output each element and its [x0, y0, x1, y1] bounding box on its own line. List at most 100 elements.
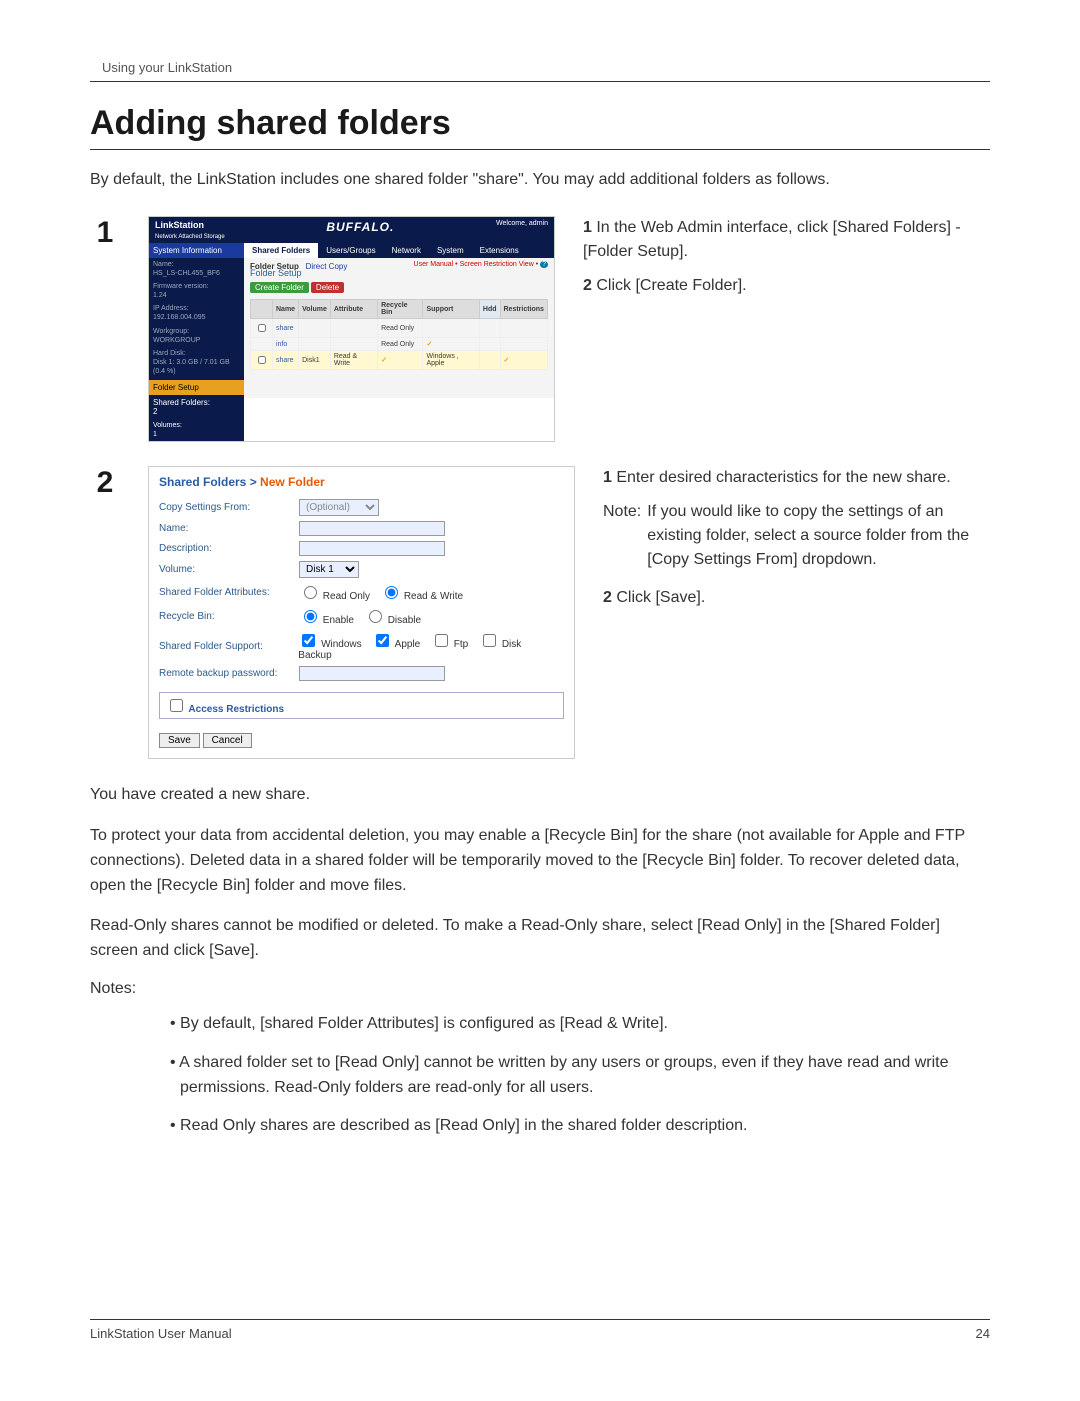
save-button[interactable]: Save [159, 733, 200, 748]
th-sup: Support [423, 300, 479, 319]
protect-paragraph: To protect your data from accidental del… [90, 824, 990, 898]
cancel-button[interactable]: Cancel [203, 733, 252, 748]
rbp-label: Remote backup password: [159, 668, 299, 679]
sb-fw-val: 1.24 [153, 292, 167, 299]
bc-new-folder: New Folder [260, 475, 325, 489]
th-hdd: Hdd [479, 300, 500, 319]
step-2-number: 2 [90, 468, 120, 498]
chk-windows[interactable]: Windows [298, 639, 361, 650]
footer-page-number: 24 [976, 1326, 990, 1341]
desc-label: Description: [159, 543, 299, 554]
th-attr: Attribute [330, 300, 377, 319]
chk-ftp[interactable]: Ftp [431, 639, 468, 650]
cell-attr: Read & Write [330, 351, 377, 370]
sidebar: System Information Name: HS_LS-CHL455_BF6… [149, 243, 244, 441]
intro-paragraph: By default, the LinkStation includes one… [90, 168, 990, 192]
tab-extensions[interactable]: Extensions [472, 243, 527, 258]
cell-sup: ✓ [423, 338, 479, 351]
sb-vol-lbl: Volumes: [153, 422, 182, 429]
step1-line2: 2 Click [Create Folder]. [583, 274, 990, 298]
remote-backup-password-input[interactable] [299, 666, 445, 681]
breadcrumb: Shared Folders > New Folder [159, 475, 564, 489]
sb-name-lbl: Name: [153, 261, 174, 268]
radio-read-write[interactable]: Read & Write [380, 591, 463, 602]
cell-rb: Read Only [378, 319, 423, 338]
cell-name[interactable]: share [273, 319, 299, 338]
access-restrictions-toggle[interactable]: Access Restrictions [159, 692, 564, 719]
sb-vol-val: 1 [153, 431, 157, 438]
folder-table: Name Volume Attribute Recycle Bin Suppor… [250, 299, 548, 370]
cell-res: ✓ [500, 351, 548, 370]
page-footer: LinkStation User Manual 24 [90, 1319, 990, 1341]
step1-line1: 1 In the Web Admin interface, click [Sha… [583, 216, 990, 264]
cell-rb: Read Only [378, 338, 423, 351]
copy-settings-label: Copy Settings From: [159, 502, 299, 513]
ar-checkbox[interactable] [170, 699, 183, 712]
radio-enable[interactable]: Enable [299, 615, 354, 626]
sidebar-sysinfo[interactable]: System Information [149, 243, 244, 258]
sb-sf-lbl: Shared Folders: [153, 398, 210, 407]
cell-name[interactable]: share [273, 351, 299, 370]
sb-fw-lbl: Firmware version: [153, 283, 209, 290]
notes-heading: Notes: [90, 980, 990, 998]
sb-ip-lbl: IP Address: [153, 305, 189, 312]
tab-users-groups[interactable]: Users/Groups [318, 243, 383, 258]
radio-read-only[interactable]: Read Only [299, 591, 370, 602]
delete-button[interactable]: Delete [311, 282, 344, 293]
row-checkbox[interactable] [258, 356, 266, 364]
cell-sup: Windows , Apple [423, 351, 479, 370]
tab-shared-folders[interactable]: Shared Folders [244, 243, 318, 258]
sfa-label: Shared Folder Attributes: [159, 587, 299, 598]
sb-name-val: HS_LS-CHL455_BF6 [153, 270, 220, 277]
app-subtitle: Network Attached Storage [155, 234, 225, 240]
crumb-direct-copy[interactable]: Direct Copy [306, 262, 348, 271]
screenshot-2: Shared Folders > New Folder Copy Setting… [148, 466, 575, 759]
page-header: Using your LinkStation [90, 60, 990, 82]
tab-bar: Shared Folders Users/Groups Network Syst… [244, 243, 554, 258]
volume-label: Volume: [159, 564, 299, 575]
footer-left: LinkStation User Manual [90, 1326, 232, 1341]
row-checkbox[interactable] [258, 324, 266, 332]
th-res: Restrictions [500, 300, 548, 319]
cell-vol: Disk1 [299, 351, 331, 370]
step-1-number: 1 [90, 218, 120, 248]
sb-ip-val: 192.168.004.095 [153, 314, 206, 321]
sfs-label: Shared Folder Support: [159, 641, 298, 652]
radio-disable[interactable]: Disable [364, 615, 421, 626]
welcome-text: Welcome, admin [496, 220, 548, 240]
th-vol: Volume [299, 300, 331, 319]
step2-line1: 1 Enter desired characteristics for the … [603, 466, 990, 490]
sidebar-folder-setup[interactable]: Folder Setup [149, 380, 244, 395]
folder-setup-heading: Folder Setup [250, 268, 548, 278]
note-1: • By default, [shared Folder Attributes]… [170, 1012, 990, 1037]
create-folder-button[interactable]: Create Folder [250, 282, 309, 293]
chk-apple[interactable]: Apple [372, 639, 420, 650]
sb-wg-val: WORKGROUP [153, 337, 200, 344]
tab-network[interactable]: Network [384, 243, 429, 258]
sb-hdd-lbl: Hard Disk: [153, 350, 186, 357]
sb-sf-val: 2 [153, 407, 157, 416]
help-icon[interactable]: ? [540, 261, 548, 268]
cell-chk: ✓ [378, 351, 423, 370]
brand-logo: BUFFALO. [326, 220, 394, 240]
step2-line2: 2 Click [Save]. [603, 586, 990, 610]
note-2: • A shared folder set to [Read Only] can… [170, 1051, 990, 1101]
volume-select[interactable]: Disk 1 [299, 561, 359, 578]
desc-input[interactable] [299, 541, 445, 556]
tab-system[interactable]: System [429, 243, 472, 258]
table-row[interactable]: share Disk1 Read & Write ✓ Windows , App… [251, 351, 548, 370]
page-title: Adding shared folders [90, 104, 990, 150]
created-paragraph: You have created a new share. [90, 783, 990, 808]
cell-name[interactable]: info [273, 338, 299, 351]
table-row[interactable]: info Read Only ✓ [251, 338, 548, 351]
app-title: LinkStation [155, 220, 204, 230]
step2-note: Note: If you would like to copy the sett… [603, 500, 990, 572]
th-chk [251, 300, 273, 319]
th-rb: Recycle Bin [378, 300, 423, 319]
table-row[interactable]: share Read Only [251, 319, 548, 338]
copy-settings-select[interactable]: (Optional) [299, 499, 379, 516]
bc-shared-folders[interactable]: Shared Folders [159, 475, 246, 489]
recycle-label: Recycle Bin: [159, 611, 299, 622]
name-input[interactable] [299, 521, 445, 536]
name-label: Name: [159, 523, 299, 534]
